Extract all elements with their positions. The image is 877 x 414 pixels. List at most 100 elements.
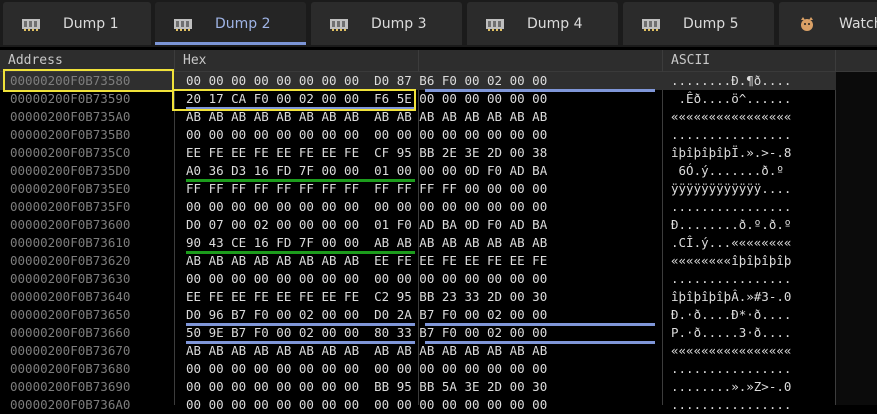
ascii-cell[interactable]: «««««««««««««««« [671, 108, 791, 126]
hex-bytes-cell[interactable]: 00 00 00 00 00 00 00 00 00 00 00 00 00 0… [186, 270, 547, 288]
tab-dump-4[interactable]: Dump 4 [467, 2, 618, 45]
address-cell[interactable]: 00000200F0B735F0 [10, 198, 130, 216]
hex-bytes-cell[interactable]: 00 00 00 00 00 00 00 00 00 00 00 00 00 0… [186, 126, 547, 144]
dump-row[interactable]: 00000200F0B73690 00 00 00 00 00 00 00 00 … [0, 378, 877, 396]
tab-dump-1[interactable]: Dump 1 [3, 2, 151, 45]
hex-bytes-cell[interactable]: 00 00 00 00 00 00 00 00 BB 95 BB 5A 3E 2… [186, 378, 547, 396]
tab-watch[interactable]: Watch [779, 2, 877, 45]
ascii-cell[interactable]: .Êð....ö^...... [671, 90, 792, 108]
watch-icon [797, 16, 817, 32]
address-cell[interactable]: 00000200F0B73690 [10, 378, 130, 396]
dump-row[interactable]: 00000200F0B73650 D0 96 B7 F0 00 02 00 00 … [0, 306, 877, 324]
tab-label: Dump 2 [215, 15, 271, 32]
address-cell[interactable]: 00000200F0B736A0 [10, 396, 130, 414]
tab-label: Dump 5 [683, 15, 739, 32]
pointer-underline [425, 341, 655, 344]
dump-row[interactable]: 00000200F0B73610 90 43 CE 16 FD 7F 00 00 … [0, 234, 877, 252]
address-cell[interactable]: 00000200F0B735E0 [10, 180, 130, 198]
tab-label: Watch [839, 15, 877, 32]
address-cell[interactable]: 00000200F0B73600 [10, 216, 130, 234]
hex-bytes-cell[interactable]: A0 36 D3 16 FD 7F 00 00 01 00 00 00 0D F… [186, 162, 547, 180]
ascii-cell[interactable]: ................ [671, 360, 791, 378]
address-cell[interactable]: 00000200F0B73620 [10, 252, 130, 270]
code-pointer-underline [186, 251, 415, 254]
ascii-cell[interactable]: ««««««««îþîþîþîþ [671, 252, 791, 270]
tab-dump-3[interactable]: Dump 3 [311, 2, 462, 45]
dump-row[interactable]: 00000200F0B735C0 EE FE EE FE EE FE EE FE … [0, 144, 877, 162]
hex-bytes-cell[interactable]: 90 43 CE 16 FD 7F 00 00 AB AB AB AB AB A… [186, 234, 547, 252]
ascii-column-header[interactable]: ASCII [663, 50, 835, 71]
dump-row[interactable]: 00000200F0B736A0 00 00 00 00 00 00 00 00 … [0, 396, 877, 414]
hex-bytes-cell[interactable]: EE FE EE FE EE FE EE FE CF 95 BB 2E 3E 2… [186, 144, 547, 162]
code-pointer-underline [186, 179, 415, 182]
pointer-underline [425, 89, 655, 92]
address-cell[interactable]: 00000200F0B735B0 [10, 126, 130, 144]
dump-row[interactable]: 00000200F0B735E0 FF FF FF FF FF FF FF FF … [0, 180, 877, 198]
address-cell[interactable]: 00000200F0B735A0 [10, 108, 130, 126]
tab-label: Dump 4 [527, 15, 583, 32]
ascii-cell[interactable]: îþîþîþîþÏ.».>-.8 [671, 144, 791, 162]
dump-row[interactable]: 00000200F0B735A0 AB AB AB AB AB AB AB AB … [0, 108, 877, 126]
address-cell[interactable]: 00000200F0B73610 [10, 234, 130, 252]
side-panel [836, 72, 877, 405]
ascii-cell[interactable]: ........».»Z>-.0 [671, 378, 791, 396]
dump-row[interactable]: 00000200F0B73590 20 17 CA F0 00 02 00 00 … [0, 90, 877, 108]
hex-bytes-cell[interactable]: 00 00 00 00 00 00 00 00 00 00 00 00 00 0… [186, 198, 547, 216]
dump-row[interactable]: 00000200F0B73640 EE FE EE FE EE FE EE FE … [0, 288, 877, 306]
hex-bytes-cell[interactable]: D0 96 B7 F0 00 02 00 00 D0 2A B7 F0 00 0… [186, 306, 547, 324]
hex-bytes-cell[interactable]: AB AB AB AB AB AB AB AB EE FE EE FE EE F… [186, 252, 547, 270]
dump-row[interactable]: 00000200F0B735F0 00 00 00 00 00 00 00 00 … [0, 198, 877, 216]
dump-row[interactable]: 00000200F0B735B0 00 00 00 00 00 00 00 00 … [0, 126, 877, 144]
address-cell[interactable]: 00000200F0B73650 [10, 306, 130, 324]
tab-dump-5[interactable]: Dump 5 [623, 2, 774, 45]
hex-bytes-cell[interactable]: EE FE EE FE EE FE EE FE C2 95 BB 23 33 2… [186, 288, 547, 306]
hex-bytes-cell[interactable]: D0 07 00 02 00 00 00 00 01 F0 AD BA 0D F… [186, 216, 547, 234]
hex-bytes-cell[interactable]: 00 00 00 00 00 00 00 00 D0 87 B6 F0 00 0… [186, 72, 547, 90]
ascii-cell[interactable]: 6Ó.ý.......ð.º [671, 162, 784, 180]
address-cell[interactable]: 00000200F0B735C0 [10, 144, 130, 162]
ascii-cell[interactable]: Ð........ð.º.ð.º [671, 216, 791, 234]
ascii-cell[interactable]: ................ [671, 396, 791, 414]
ascii-cell[interactable]: ........Ð.¶ð.... [671, 72, 791, 90]
memory-icon [329, 16, 349, 32]
ascii-cell[interactable]: ................ [671, 270, 791, 288]
hex-bytes-cell[interactable]: 50 9E B7 F0 00 02 00 00 80 33 B7 F0 00 0… [186, 324, 547, 342]
dump-row[interactable]: 00000200F0B735D0 A0 36 D3 16 FD 7F 00 00 … [0, 162, 877, 180]
ascii-cell[interactable]: Ð.·ð....Ð*·ð.... [671, 306, 791, 324]
memory-icon [21, 16, 41, 32]
hex-bytes-cell[interactable]: 00 00 00 00 00 00 00 00 00 00 00 00 00 0… [186, 396, 547, 414]
address-cell[interactable]: 00000200F0B73640 [10, 288, 130, 306]
tab-bar: Dump 1 Dump 2 Dump 3 Dump 4 Dump 5 Watch [0, 0, 877, 47]
address-cell[interactable]: 00000200F0B73660 [10, 324, 130, 342]
hex-bytes-cell[interactable]: FF FF FF FF FF FF FF FF FF FF FF FF 00 0… [186, 180, 547, 198]
ascii-cell[interactable]: ................ [671, 126, 791, 144]
address-cell[interactable]: 00000200F0B73630 [10, 270, 130, 288]
hex-highlight-box [172, 89, 416, 111]
ascii-cell[interactable]: ÿÿÿÿÿÿÿÿÿÿÿÿ.... [671, 180, 791, 198]
dump-row[interactable]: 00000200F0B73670 AB AB AB AB AB AB AB AB … [0, 342, 877, 360]
address-cell[interactable]: 00000200F0B73590 [10, 90, 130, 108]
address-cell[interactable]: 00000200F0B73680 [10, 360, 130, 378]
dump-row[interactable]: 00000200F0B73630 00 00 00 00 00 00 00 00 … [0, 270, 877, 288]
tab-label: Dump 3 [371, 15, 427, 32]
address-column-header[interactable]: Address [0, 50, 174, 71]
dump-row[interactable]: 00000200F0B73600 D0 07 00 02 00 00 00 00 … [0, 216, 877, 234]
dump-row[interactable]: 00000200F0B73660 50 9E B7 F0 00 02 00 00 … [0, 324, 877, 342]
memory-icon [485, 16, 505, 32]
dump-row[interactable]: 00000200F0B73680 00 00 00 00 00 00 00 00 … [0, 360, 877, 378]
ascii-cell[interactable]: .CÎ.ý...«««««««« [671, 234, 791, 252]
dump-row[interactable]: 00000200F0B73620 AB AB AB AB AB AB AB AB … [0, 252, 877, 270]
hex-bytes-cell[interactable]: AB AB AB AB AB AB AB AB AB AB AB AB AB A… [186, 342, 547, 360]
ascii-cell[interactable]: «««««««««««««««« [671, 342, 791, 360]
ascii-cell[interactable]: ................ [671, 198, 791, 216]
hex-bytes-cell[interactable]: 00 00 00 00 00 00 00 00 00 00 00 00 00 0… [186, 360, 547, 378]
address-highlight-box [3, 69, 174, 92]
address-cell[interactable]: 00000200F0B73670 [10, 342, 130, 360]
ascii-cell[interactable]: P.·ð.....3·ð.... [671, 324, 791, 342]
tab-label: Dump 1 [63, 15, 119, 32]
pointer-underline [186, 323, 415, 326]
memory-icon [641, 16, 661, 32]
address-cell[interactable]: 00000200F0B735D0 [10, 162, 130, 180]
ascii-cell[interactable]: îþîþîþîþÂ.»#3-.0 [671, 288, 791, 306]
tab-dump-2[interactable]: Dump 2 [155, 2, 306, 45]
